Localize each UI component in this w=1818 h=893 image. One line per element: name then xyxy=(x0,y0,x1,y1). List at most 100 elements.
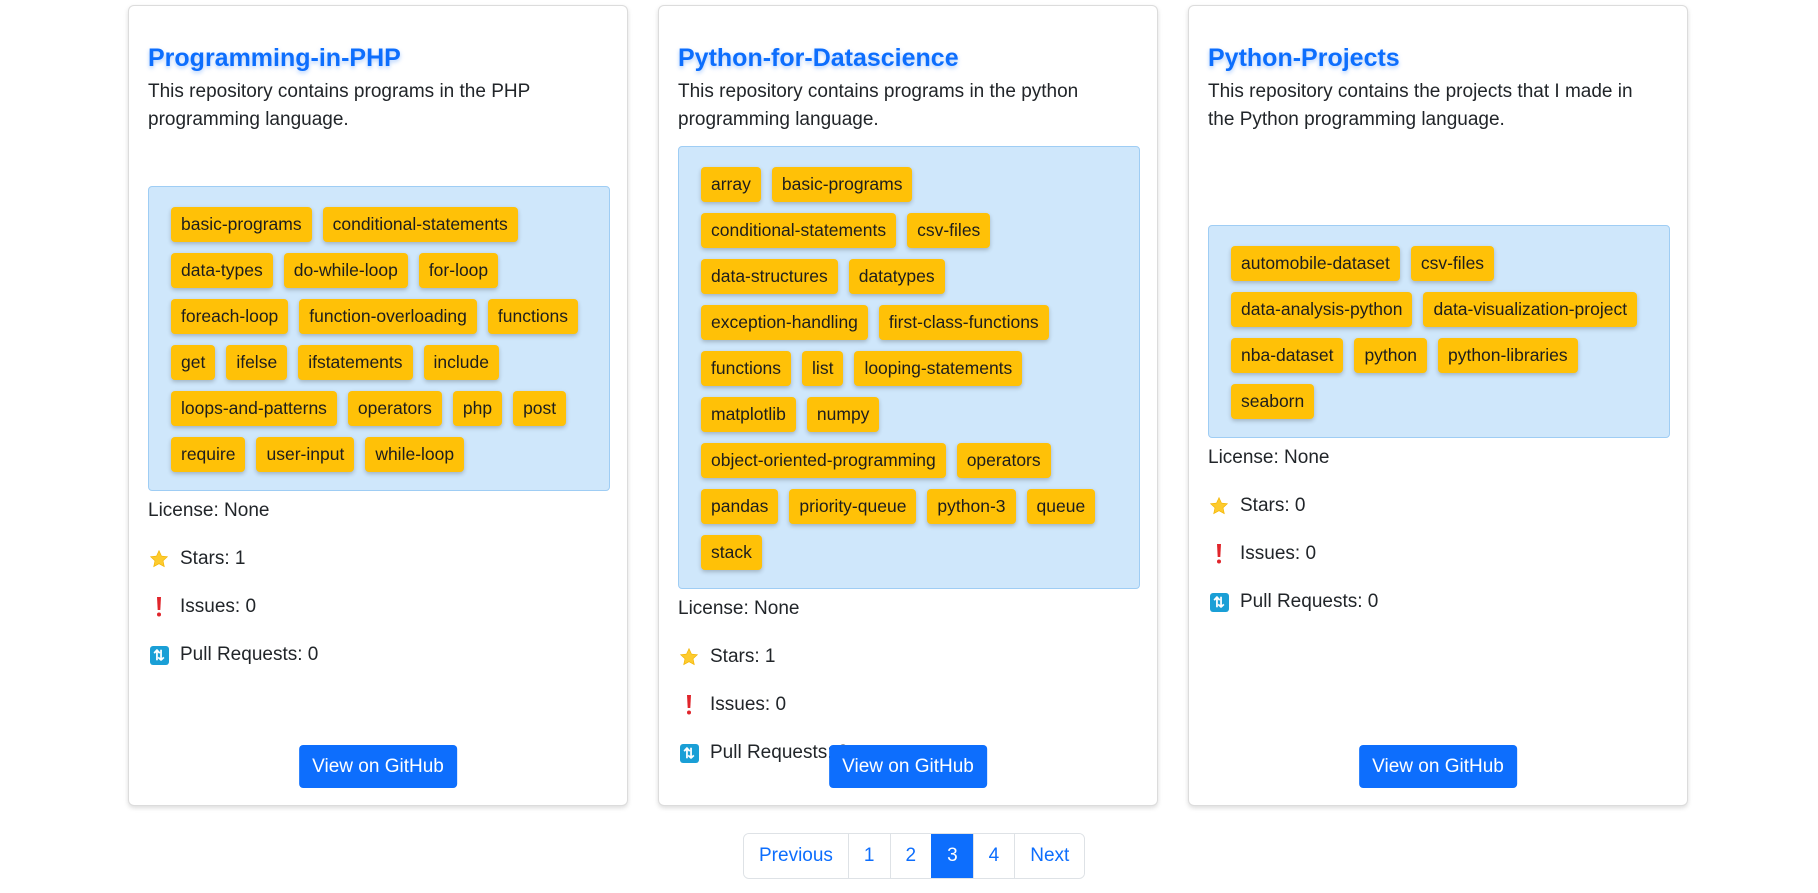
topic-tag[interactable]: priority-queue xyxy=(789,489,917,524)
pull-requests-row: ⇅ Pull Requests: 0 xyxy=(148,641,608,669)
stars-row: Stars: 1 xyxy=(148,545,608,573)
view-on-github-button[interactable]: View on GitHub xyxy=(829,745,987,788)
topic-tag[interactable]: get xyxy=(171,345,216,380)
repo-description-line: programming language. xyxy=(678,109,879,130)
pagination-next[interactable]: Next xyxy=(1014,834,1085,878)
pagination-page-3[interactable]: 3 xyxy=(931,834,973,878)
repo-description: This repository contains the projects th… xyxy=(1208,78,1668,225)
stars-row: Stars: 0 xyxy=(1208,492,1668,520)
issues-text: Issues: 0 xyxy=(1240,543,1317,564)
topic-tag[interactable]: basic-programs xyxy=(771,167,913,202)
pull-request-icon: ⇅ xyxy=(148,645,170,665)
exclamation-icon xyxy=(678,694,700,716)
pagination-page-1[interactable]: 1 xyxy=(847,834,890,878)
topic-tag[interactable]: python-libraries xyxy=(1437,338,1578,373)
topic-tag[interactable]: include xyxy=(423,345,500,380)
topic-tag[interactable]: automobile-dataset xyxy=(1231,246,1400,281)
repo-description-line: This repository contains programs in the… xyxy=(678,81,1079,102)
topic-tag[interactable]: seaborn xyxy=(1231,384,1315,419)
exclamation-icon xyxy=(148,596,170,618)
issues-text: Issues: 0 xyxy=(710,694,787,715)
topic-tag[interactable]: matplotlib xyxy=(701,397,796,432)
license-row: License: None xyxy=(1208,444,1668,472)
pagination-page-4[interactable]: 4 xyxy=(972,834,1015,878)
repo-description: This repository contains programs in the… xyxy=(148,78,608,186)
repo-description-line: programming language. xyxy=(148,109,349,130)
stars-row: Stars: 1 xyxy=(678,643,1138,671)
stars-text: Stars: 1 xyxy=(710,646,776,667)
stars-text: Stars: 0 xyxy=(1240,495,1306,516)
topic-tag[interactable]: function-overloading xyxy=(299,299,477,334)
topic-tag[interactable]: for-loop xyxy=(418,253,499,288)
topic-tag[interactable]: stack xyxy=(701,535,762,570)
topic-tag[interactable]: first-class-functions xyxy=(878,305,1049,340)
license-row: License: None xyxy=(148,497,608,525)
topic-tag[interactable]: exception-handling xyxy=(701,305,868,340)
pagination-previous[interactable]: Previous xyxy=(744,834,848,878)
pull-requests-row: ⇅ Pull Requests: 0 xyxy=(1208,588,1668,616)
topic-tag[interactable]: nba-dataset xyxy=(1231,338,1344,373)
repo-card: Python-Projects This repository contains… xyxy=(1188,5,1688,806)
topic-tag[interactable]: ifstatements xyxy=(298,345,413,380)
repo-card-grid: Programming-in-PHP This repository conta… xyxy=(128,5,1688,806)
repo-description-line: This repository contains the projects th… xyxy=(1208,81,1633,102)
topic-tag[interactable]: operators xyxy=(347,391,442,426)
topic-tag[interactable]: data-structures xyxy=(701,259,838,294)
issues-row: Issues: 0 xyxy=(148,593,608,621)
repo-title-link[interactable]: Programming-in-PHP xyxy=(148,38,608,78)
issues-row: Issues: 0 xyxy=(1208,540,1668,568)
topic-tag[interactable]: user-input xyxy=(256,437,355,472)
topic-tag[interactable]: datatypes xyxy=(848,259,945,294)
topic-tag[interactable]: operators xyxy=(956,443,1051,478)
topic-tag[interactable]: do-while-loop xyxy=(283,253,408,288)
topic-tag[interactable]: object-oriented-programming xyxy=(701,443,946,478)
topics-list: array basic-programs conditional-statement… xyxy=(678,146,1140,589)
pagination-page-2[interactable]: 2 xyxy=(889,834,932,878)
topic-tag[interactable]: array xyxy=(701,167,761,202)
topic-tag[interactable]: functions xyxy=(487,299,578,334)
topic-tag[interactable]: loops-and-patterns xyxy=(171,391,337,426)
repo-description: This repository contains programs in the… xyxy=(678,78,1138,146)
pull-requests-text: Pull Requests: 0 xyxy=(1240,591,1379,612)
exclamation-icon xyxy=(1208,543,1230,565)
topic-tag[interactable]: functions xyxy=(701,351,792,386)
license-text: License: None xyxy=(148,500,270,521)
topic-tag[interactable]: csv-files xyxy=(907,213,991,248)
topic-tag[interactable]: python xyxy=(1354,338,1427,373)
repo-title-link[interactable]: Python-for-Datascience xyxy=(678,38,1138,78)
topic-tag[interactable]: basic-programs xyxy=(171,207,312,242)
repo-title-link[interactable]: Python-Projects xyxy=(1208,38,1668,78)
topic-tag[interactable]: data-visualization-project xyxy=(1423,292,1638,327)
topic-tag[interactable]: php xyxy=(452,391,503,426)
view-on-github-button[interactable]: View on GitHub xyxy=(1359,745,1517,788)
pull-request-icon: ⇅ xyxy=(1208,592,1230,612)
topic-tag[interactable]: data-analysis-python xyxy=(1231,292,1413,327)
issues-text: Issues: 0 xyxy=(180,596,257,617)
topic-tag[interactable]: foreach-loop xyxy=(171,299,289,334)
topic-tag[interactable]: list xyxy=(802,351,844,386)
topic-tag[interactable]: post xyxy=(513,391,567,426)
license-row: License: None xyxy=(678,595,1138,623)
topics-list: automobile-dataset csv-files data-analysis… xyxy=(1208,225,1670,438)
topic-tag[interactable]: pandas xyxy=(701,489,779,524)
topic-tag[interactable]: ifelse xyxy=(226,345,288,380)
view-on-github-button[interactable]: View on GitHub xyxy=(299,745,457,788)
stars-text: Stars: 1 xyxy=(180,548,246,569)
issues-row: Issues: 0 xyxy=(678,691,1138,719)
topic-tag[interactable]: conditional-statements xyxy=(322,207,518,242)
topic-tag[interactable]: require xyxy=(171,437,246,472)
topic-tag[interactable]: python-3 xyxy=(927,489,1016,524)
topic-tag[interactable]: csv-files xyxy=(1410,246,1495,281)
repo-stats: License: None Stars: 0 Issues: 0 ⇅ Pull … xyxy=(1208,444,1668,616)
license-text: License: None xyxy=(1208,447,1330,468)
topic-tag[interactable]: conditional-statements xyxy=(701,213,897,248)
star-icon xyxy=(148,549,170,569)
topic-tag[interactable]: numpy xyxy=(806,397,880,432)
repo-card: Programming-in-PHP This repository conta… xyxy=(128,5,628,806)
topic-tag[interactable]: data-types xyxy=(171,253,273,288)
pagination: Previous 1 2 3 4 Next xyxy=(743,833,1086,879)
topic-tag[interactable]: while-loop xyxy=(365,437,465,472)
star-icon xyxy=(1208,496,1230,516)
topic-tag[interactable]: looping-statements xyxy=(854,351,1023,386)
topic-tag[interactable]: queue xyxy=(1026,489,1096,524)
